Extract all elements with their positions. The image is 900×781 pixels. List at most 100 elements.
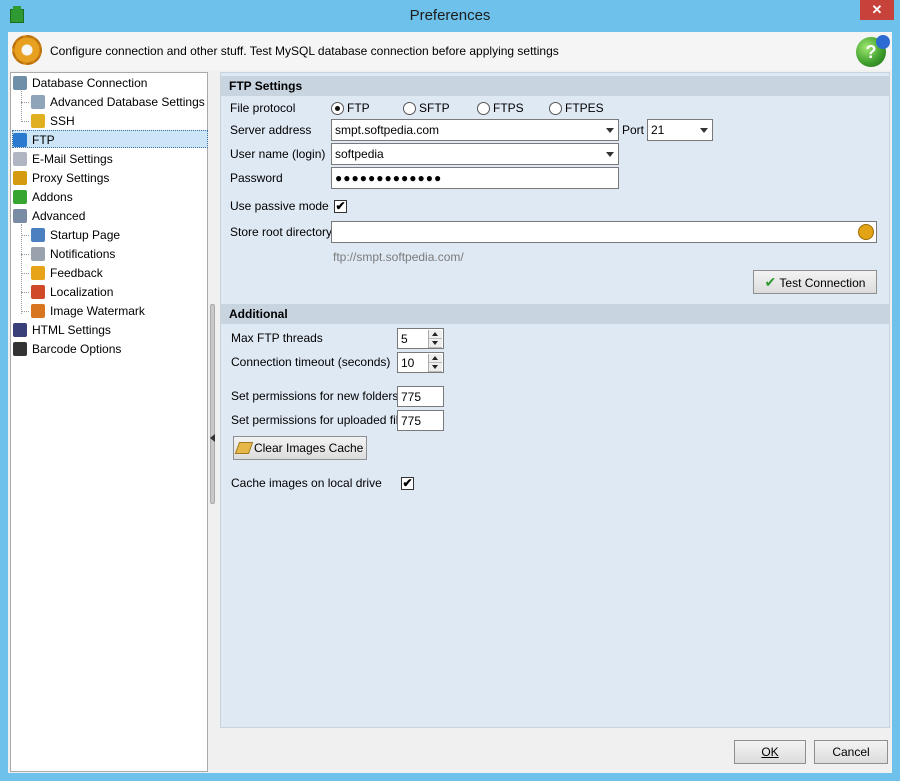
user-name-combobox[interactable]: softpedia [331, 143, 619, 165]
max-threads-value: 5 [401, 332, 408, 346]
header-text: Configure connection and other stuff. Te… [50, 44, 559, 58]
settings-panel: FTP Settings File protocol FTP SFTP FTPS… [220, 72, 890, 728]
tree-item-html-settings[interactable]: HTML Settings [13, 321, 111, 339]
tree-item-feedback[interactable]: Feedback [31, 264, 103, 282]
checkmark-icon: ✔ [764, 274, 777, 290]
cache-images-checkbox[interactable]: ✔ [401, 477, 414, 490]
proxy-icon [13, 171, 27, 185]
password-value: ●●●●●●●●●●●●● [335, 171, 443, 185]
broom-icon [234, 442, 253, 454]
tree-item-advanced-database-settings[interactable]: Advanced Database Settings [31, 93, 205, 111]
image-icon [31, 304, 45, 318]
tree-item-ssh[interactable]: SSH [31, 112, 75, 130]
arrow-up-icon[interactable] [429, 330, 442, 339]
tree-item-startup-page[interactable]: Startup Page [31, 226, 120, 244]
close-button[interactable]: ✕ [860, 0, 894, 20]
chevron-down-icon [606, 128, 614, 133]
envelope-icon [13, 152, 27, 166]
folder-permissions-value: 775 [401, 390, 422, 404]
port-label: Port [622, 123, 645, 137]
file-protocol-label: File protocol [230, 101, 296, 115]
title-bar[interactable]: Preferences ✕ [0, 0, 900, 32]
server-address-value: smpt.softpedia.com [335, 123, 440, 137]
settings-tree: Database Connection Advanced Database Se… [10, 72, 208, 772]
file-permissions-value: 775 [401, 414, 422, 428]
timeout-value: 10 [401, 356, 415, 370]
house-icon [31, 228, 45, 242]
clear-images-cache-button[interactable]: Clear Images Cache [233, 436, 367, 460]
preferences-window: Preferences ✕ Configure connection and o… [0, 0, 900, 781]
tree-item-image-watermark[interactable]: Image Watermark [31, 302, 145, 320]
timeout-label: Connection timeout (seconds) [231, 355, 391, 369]
server-address-combobox[interactable]: smpt.softpedia.com [331, 119, 619, 141]
file-permissions-field[interactable]: 775 [397, 410, 444, 431]
tree-item-database-connection[interactable]: Database Connection [13, 74, 147, 92]
gear-icon [12, 35, 42, 65]
tree-item-proxy-settings[interactable]: Proxy Settings [13, 169, 109, 187]
shield-icon [13, 209, 27, 223]
tree-item-email-settings[interactable]: E-Mail Settings [13, 150, 113, 168]
ftp-settings-header: FTP Settings [221, 76, 889, 96]
server-address-label: Server address [230, 123, 312, 137]
bell-icon [31, 247, 45, 261]
radio-ftp-label: FTP [347, 101, 370, 115]
help-icon[interactable]: ? [856, 35, 890, 67]
browse-folder-icon[interactable] [858, 224, 874, 240]
file-permissions-label: Set permissions for uploaded files [231, 413, 412, 427]
spinner-arrows[interactable] [428, 354, 442, 372]
clear-images-cache-label: Clear Images Cache [253, 441, 364, 455]
header-banner: Configure connection and other stuff. Te… [8, 32, 892, 70]
radio-ftpes-label: FTPES [565, 101, 604, 115]
cache-images-label: Cache images on local drive [231, 476, 382, 490]
max-threads-spinner[interactable]: 5 [397, 328, 444, 349]
radio-ftps-label: FTPS [493, 101, 524, 115]
additional-header: Additional [221, 304, 889, 324]
tree-item-notifications[interactable]: Notifications [31, 245, 115, 263]
spinner-arrows[interactable] [428, 330, 442, 348]
chevron-down-icon [700, 128, 708, 133]
test-connection-button[interactable]: ✔ Test Connection [753, 270, 877, 294]
timeout-spinner[interactable]: 10 [397, 352, 444, 373]
ok-button[interactable]: OK [734, 740, 806, 764]
port-value: 21 [651, 123, 665, 137]
passive-mode-label: Use passive mode [230, 199, 329, 213]
user-name-value: softpedia [335, 147, 384, 161]
tree-item-advanced[interactable]: Advanced [13, 207, 85, 225]
dialog-client: Configure connection and other stuff. Te… [8, 32, 892, 773]
folder-permissions-field[interactable]: 775 [397, 386, 444, 407]
radio-ftp[interactable] [331, 102, 344, 115]
database-settings-icon [31, 95, 45, 109]
database-icon [13, 76, 27, 90]
passive-mode-checkbox[interactable]: ✔ [334, 200, 347, 213]
radio-ftps[interactable] [477, 102, 490, 115]
port-combobox[interactable]: 21 [647, 119, 713, 141]
password-label: Password [230, 171, 283, 185]
lock-icon [31, 114, 45, 128]
radio-sftp[interactable] [403, 102, 416, 115]
tree-item-localization[interactable]: Localization [31, 283, 113, 301]
collapse-arrow-icon[interactable] [210, 434, 215, 442]
ftp-network-icon [13, 133, 27, 147]
arrow-up-icon[interactable] [429, 354, 442, 363]
cancel-label: Cancel [832, 745, 870, 759]
flag-icon [31, 285, 45, 299]
ok-label: OK [761, 745, 779, 759]
max-threads-label: Max FTP threads [231, 331, 323, 345]
splitter-handle[interactable] [210, 304, 215, 504]
window-title: Preferences [409, 7, 491, 24]
radio-ftpes[interactable] [549, 102, 562, 115]
html-icon [13, 323, 27, 337]
store-root-label: Store root directory [230, 225, 333, 239]
cancel-button[interactable]: Cancel [814, 740, 888, 764]
tree-item-addons[interactable]: Addons [13, 188, 73, 206]
arrow-down-icon[interactable] [429, 339, 442, 348]
chevron-down-icon [606, 152, 614, 157]
password-field[interactable]: ●●●●●●●●●●●●● [331, 167, 619, 189]
store-root-field[interactable] [331, 221, 877, 243]
radio-sftp-label: SFTP [419, 101, 450, 115]
tree-item-barcode-options[interactable]: Barcode Options [13, 340, 121, 358]
puzzle-icon [13, 190, 27, 204]
splitter[interactable] [208, 72, 218, 772]
tree-item-ftp[interactable]: FTP [12, 130, 208, 148]
arrow-down-icon[interactable] [429, 363, 442, 372]
